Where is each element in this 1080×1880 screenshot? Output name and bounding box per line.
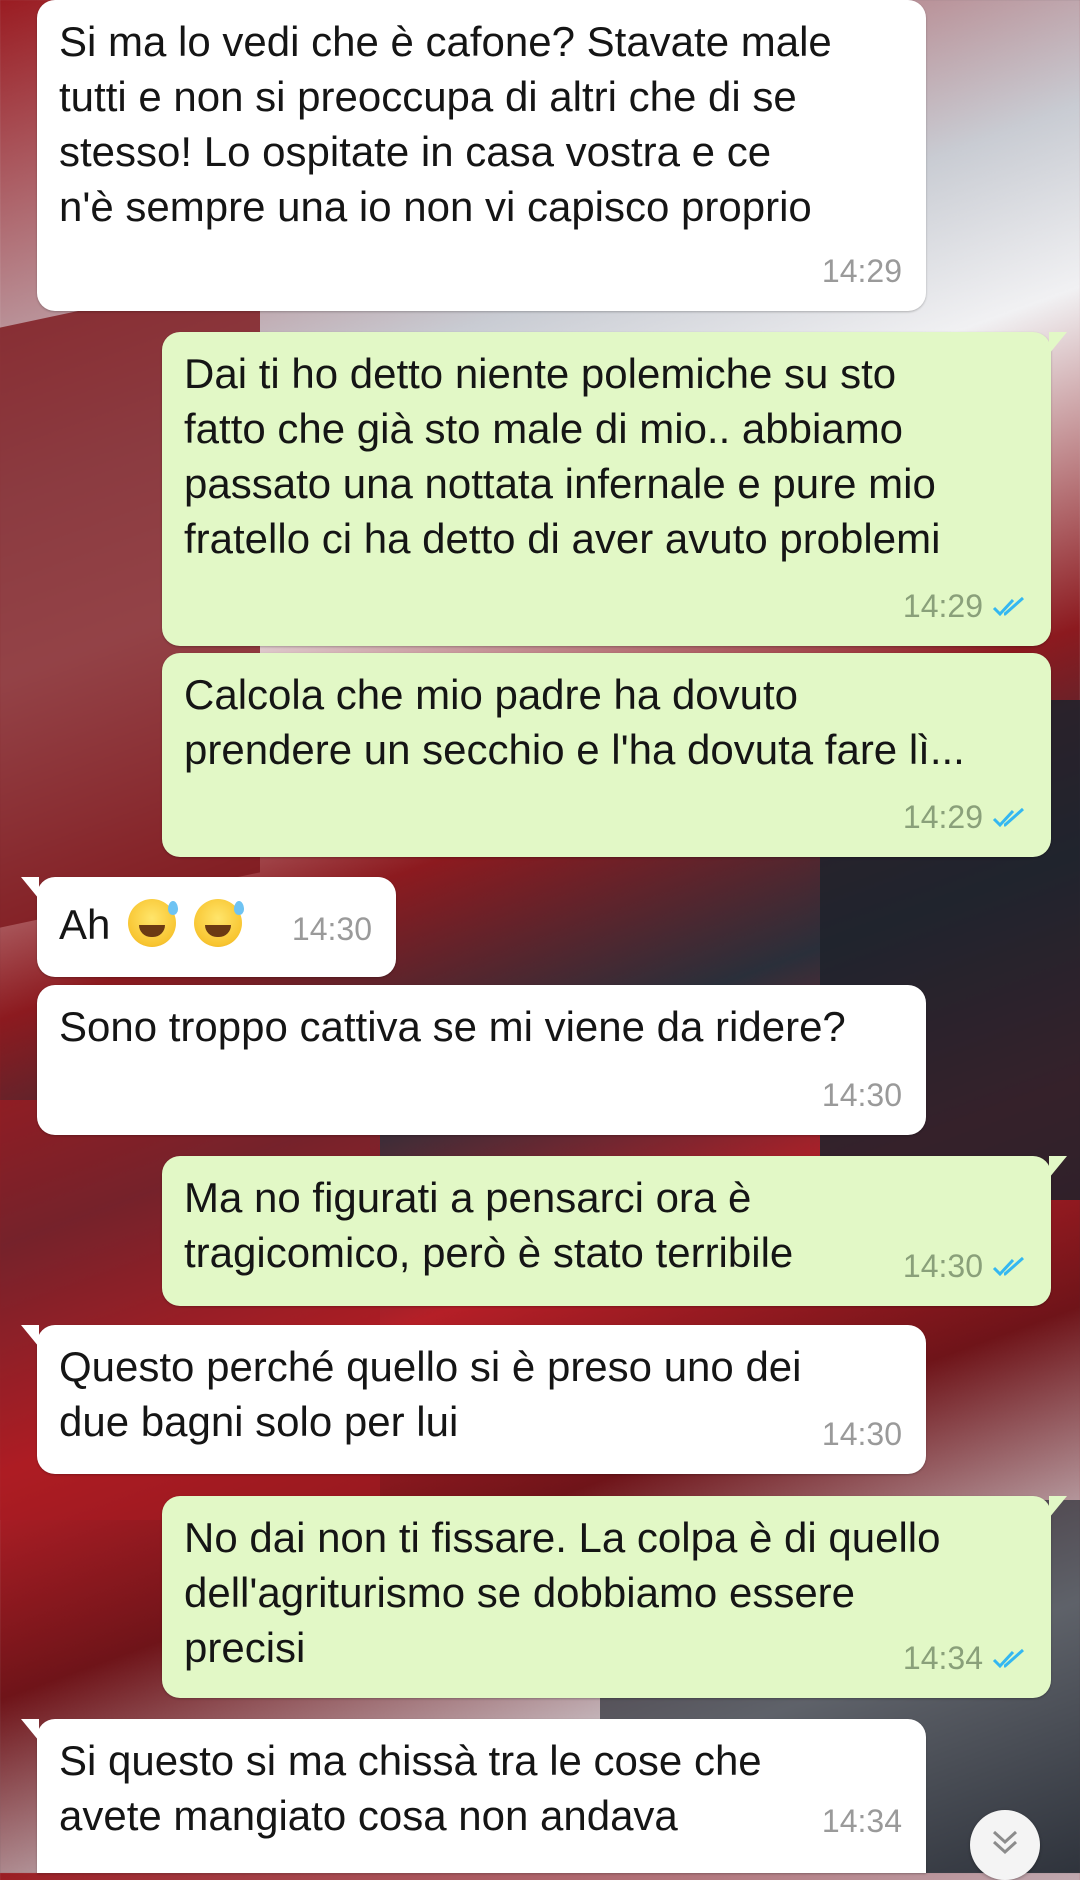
message-time: 14:30 xyxy=(902,1248,983,1284)
double-check-icon xyxy=(991,1647,1027,1671)
message-text: Sono troppo cattiva se mi viene da rider… xyxy=(59,1003,846,1050)
message-text: Questo perché quello si è preso uno dei … xyxy=(59,1343,802,1445)
message-incoming[interactable]: Si questo si ma chissà tra le cose che a… xyxy=(21,1719,926,1873)
message-incoming[interactable]: Sono troppo cattiva se mi viene da rider… xyxy=(37,985,926,1135)
message-text: Si ma lo vedi che è cafone? Stavate male… xyxy=(59,18,832,230)
message-body: Ah xyxy=(59,901,111,948)
message-incoming[interactable]: Ah 14:30 xyxy=(21,877,396,977)
scroll-to-bottom-button[interactable] xyxy=(970,1810,1040,1880)
message-incoming[interactable]: Questo perché quello si è preso uno dei … xyxy=(21,1325,926,1474)
message-text: Dai ti ho detto niente polemiche su sto … xyxy=(184,350,941,562)
message-outgoing[interactable]: Ma no figurati a pensarci ora è tragicom… xyxy=(162,1156,1067,1306)
double-check-icon xyxy=(991,595,1027,619)
double-check-icon xyxy=(991,806,1027,830)
double-check-icon xyxy=(991,1255,1027,1279)
message-time: 14:29 xyxy=(902,799,983,835)
message-outgoing[interactable]: Dai ti ho detto niente polemiche su sto … xyxy=(162,332,1067,646)
message-time: 14:34 xyxy=(902,1640,983,1676)
message-text: Si questo si ma chissà tra le cose che a… xyxy=(59,1737,762,1839)
message-time: 14:30 xyxy=(291,911,372,947)
message-outgoing[interactable]: No dai non ti fissare. La colpa è di que… xyxy=(162,1496,1067,1698)
message-time: 14:29 xyxy=(821,253,902,289)
message-incoming[interactable]: Si ma lo vedi che è cafone? Stavate male… xyxy=(37,0,926,311)
message-text: Calcola che mio padre ha dovuto prendere… xyxy=(184,671,965,773)
message-time: 14:30 xyxy=(821,1416,902,1452)
message-time: 14:34 xyxy=(821,1803,902,1839)
message-time: 14:30 xyxy=(821,1077,902,1113)
grinning-sweat-emoji-icon xyxy=(128,899,179,947)
chevron-double-down-icon xyxy=(988,1826,1022,1865)
grinning-sweat-emoji-icon xyxy=(193,899,244,947)
chat-thread: Si ma lo vedi che è cafone? Stavate male… xyxy=(0,0,1080,1873)
message-time: 14:29 xyxy=(902,588,983,624)
message-outgoing[interactable]: Calcola che mio padre ha dovuto prendere… xyxy=(162,653,1051,857)
